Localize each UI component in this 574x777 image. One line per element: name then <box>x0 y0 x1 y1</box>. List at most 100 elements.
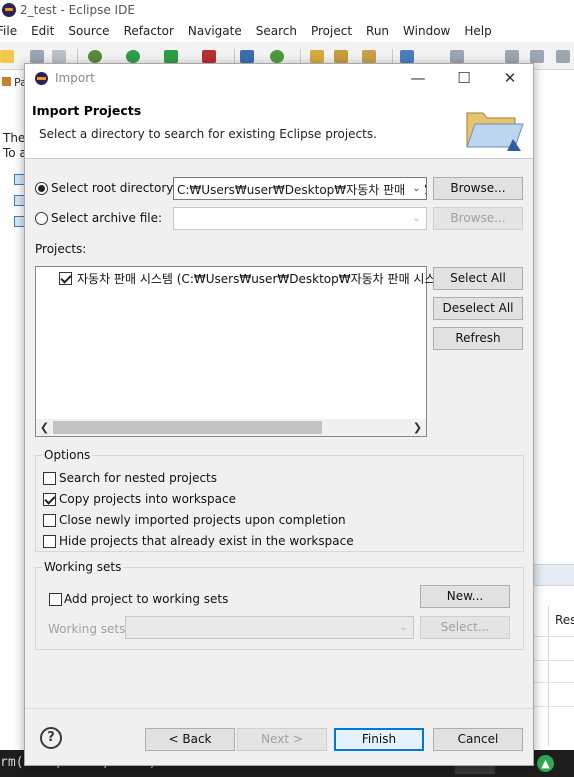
right-panel: Reso <box>533 70 574 750</box>
nested-projects-checkbox[interactable] <box>43 472 56 485</box>
scroll-right-icon[interactable]: ❯ <box>409 419 426 436</box>
new-icon[interactable] <box>0 50 14 63</box>
resource-column-header: Reso <box>555 613 574 627</box>
new-working-set-button[interactable]: New... <box>420 585 510 608</box>
external-tools-icon[interactable] <box>202 50 216 63</box>
root-directory-label[interactable]: Select root directory: <box>51 181 177 195</box>
wizard-page-description: Select a directory to search for existin… <box>39 127 377 141</box>
import-dialog: Import — ☐ ✕ Import Projects Select a di… <box>24 63 534 766</box>
browse-archive-button[interactable]: Browse... <box>433 207 523 230</box>
working-sets-combo[interactable]: ⌄ <box>125 616 414 639</box>
hide-existing-checkbox[interactable] <box>43 535 56 548</box>
window-title: 2_test - Eclipse IDE <box>20 3 135 17</box>
back-button[interactable]: < Back <box>145 728 235 751</box>
next-button[interactable]: Next > <box>237 728 327 751</box>
finish-button[interactable]: Finish <box>334 728 424 751</box>
back-icon[interactable] <box>505 50 519 63</box>
eclipse-titlebar: 2_test - Eclipse IDE <box>0 0 574 22</box>
select-all-button[interactable]: Select All <box>433 267 523 290</box>
select-working-set-button[interactable]: Select... <box>420 616 510 639</box>
toolbar-separator <box>392 49 393 63</box>
highlight-icon[interactable] <box>400 50 414 63</box>
toolbar-separator <box>77 49 78 63</box>
project-list-item[interactable]: 자동차 판매 시스템 (C:₩Users₩user₩Desktop₩자동차 판매… <box>77 270 447 287</box>
column-divider <box>548 606 549 746</box>
save-icon[interactable] <box>30 50 44 63</box>
chevron-down-icon[interactable]: ⌄ <box>395 618 412 637</box>
refresh-button[interactable]: Refresh <box>433 327 523 350</box>
save-all-icon[interactable] <box>52 50 66 63</box>
root-directory-value: C:₩Users₩user₩Desktop₩자동차 판매 시스 <box>177 183 427 197</box>
cancel-button[interactable]: Cancel <box>433 728 523 751</box>
menu-file[interactable]: File <box>0 22 17 42</box>
project-checkbox[interactable] <box>59 272 72 285</box>
open-type-icon[interactable] <box>310 50 324 63</box>
chevron-down-icon[interactable]: ⌄ <box>408 179 425 198</box>
wizard-header: Import Projects Select a directory to se… <box>25 93 533 159</box>
debug-icon[interactable] <box>88 50 102 63</box>
menu-refactor[interactable]: Refactor <box>124 22 174 42</box>
new-java-project-icon[interactable] <box>240 50 254 63</box>
run-last-icon[interactable] <box>164 50 178 63</box>
scroll-left-icon[interactable]: ❮ <box>36 419 53 436</box>
toolbar-separator <box>234 49 235 63</box>
projects-label: Projects: <box>35 242 87 256</box>
menu-run[interactable]: Run <box>366 22 389 42</box>
menu-navigate[interactable]: Navigate <box>188 22 242 42</box>
horizontal-scrollbar[interactable]: ❮ ❯ <box>36 419 426 436</box>
minimize-button[interactable]: — <box>395 64 441 93</box>
deselect-all-button[interactable]: Deselect All <box>433 297 523 320</box>
working-sets-group-title: Working sets <box>42 560 124 574</box>
add-to-working-sets-checkbox[interactable] <box>49 593 62 606</box>
eclipse-logo-icon <box>2 3 16 17</box>
copy-projects-checkbox[interactable] <box>43 493 56 506</box>
eclipse-logo-icon <box>35 72 48 85</box>
browse-directory-button[interactable]: Browse... <box>433 177 523 200</box>
wizard-content: Select root directory: C:₩Users₩user₩Des… <box>25 160 533 708</box>
menubar: File Edit Source Refactor Navigate Searc… <box>0 22 574 42</box>
scrollbar-thumb[interactable] <box>53 421 322 434</box>
wizard-page-title: Import Projects <box>32 103 142 118</box>
toolbar-separator <box>300 49 301 63</box>
menu-edit[interactable]: Edit <box>31 22 54 42</box>
search-icon[interactable] <box>334 50 348 63</box>
open-folder-icon <box>466 112 524 151</box>
menu-window[interactable]: Window <box>403 22 450 42</box>
back-nav-icon[interactable] <box>530 50 544 63</box>
options-group-title: Options <box>42 448 93 462</box>
archive-file-radio[interactable] <box>35 212 48 225</box>
root-directory-combo[interactable]: C:₩Users₩user₩Desktop₩자동차 판매 시스 ⌄ <box>173 177 427 200</box>
close-imported-checkbox[interactable] <box>43 514 56 527</box>
close-button[interactable]: ✕ <box>487 64 533 93</box>
dialog-title: Import <box>55 71 95 85</box>
menu-search[interactable]: Search <box>256 22 297 42</box>
archive-file-label[interactable]: Select archive file: <box>51 211 162 225</box>
project-list[interactable]: 자동차 판매 시스템 (C:₩Users₩user₩Desktop₩자동차 판매… <box>35 266 447 437</box>
menu-project[interactable]: Project <box>311 22 352 42</box>
copy-projects-label[interactable]: Copy projects into workspace <box>59 492 236 506</box>
nested-projects-label[interactable]: Search for nested projects <box>59 471 217 485</box>
row-divider <box>533 636 574 637</box>
forward-nav-icon[interactable] <box>556 50 570 63</box>
hide-existing-label[interactable]: Hide projects that already exist in the … <box>59 534 354 548</box>
footer-separator <box>25 708 533 709</box>
working-sets-field-label: Working sets: <box>48 622 130 636</box>
dialog-titlebar: Import — ☐ ✕ <box>25 64 533 93</box>
run-icon[interactable] <box>126 50 140 63</box>
archive-file-combo[interactable]: ⌄ <box>173 207 427 230</box>
edit-icon[interactable] <box>362 50 376 63</box>
maximize-button[interactable]: ☐ <box>441 64 487 93</box>
root-directory-radio[interactable] <box>35 182 48 195</box>
close-imported-label[interactable]: Close newly imported projects upon compl… <box>59 513 346 527</box>
menu-help[interactable]: Help <box>464 22 491 42</box>
row-divider <box>533 706 574 707</box>
menu-source[interactable]: Source <box>68 22 109 42</box>
chevron-down-icon[interactable]: ⌄ <box>408 209 425 228</box>
status-icon[interactable]: ▲ <box>537 755 554 772</box>
add-to-working-sets-label[interactable]: Add project to working sets <box>64 592 228 606</box>
next-annotation-icon[interactable] <box>450 50 464 63</box>
new-class-icon[interactable] <box>270 50 284 63</box>
row-divider <box>533 660 574 661</box>
row-divider <box>533 682 574 683</box>
help-icon[interactable]: ? <box>40 727 62 749</box>
